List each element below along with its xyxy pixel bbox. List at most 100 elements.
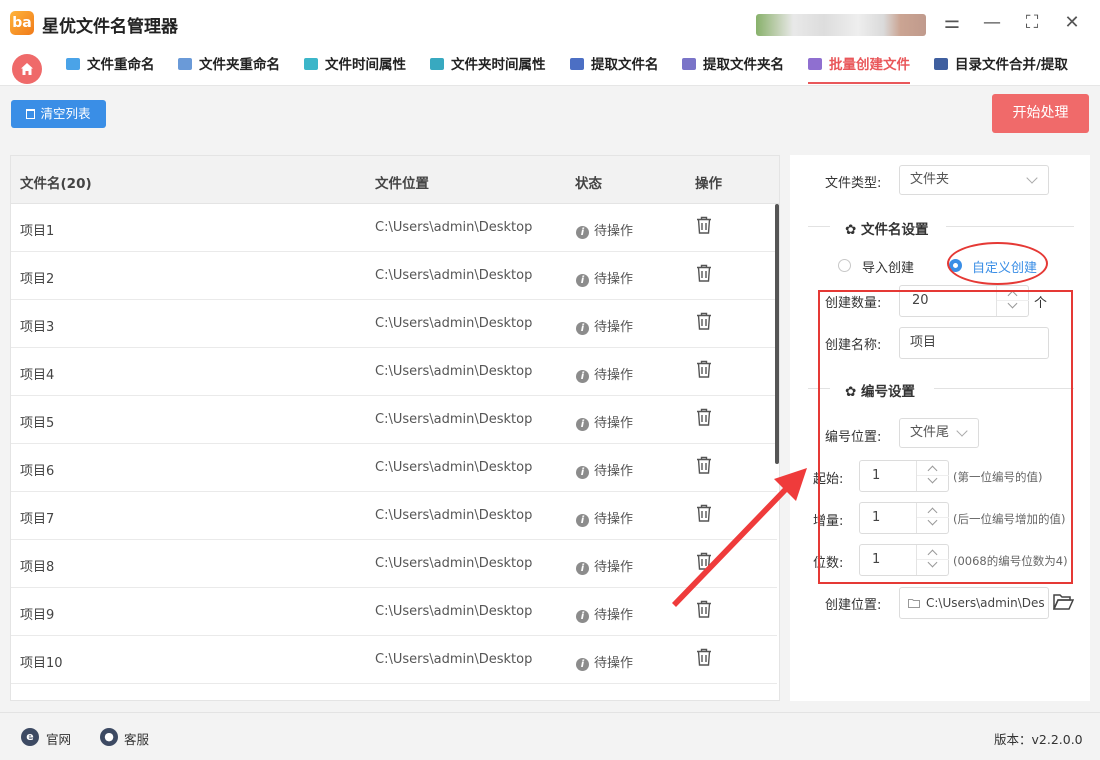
file-rename-icon bbox=[66, 58, 80, 70]
header-filename: 文件名(20) bbox=[20, 176, 92, 192]
row-filename: 项目1 bbox=[20, 224, 55, 239]
clear-list-button[interactable]: 清空列表 bbox=[11, 100, 106, 128]
file-type-label: 文件类型: bbox=[825, 176, 882, 191]
table-row[interactable]: 项目1 C:\Users\admin\Desktop i 待操作 bbox=[11, 204, 777, 252]
tab-batch-create[interactable]: 批量创建文件 bbox=[808, 54, 910, 84]
location-label: 创建位置: bbox=[825, 598, 882, 613]
table-row[interactable]: 项目4 C:\Users\admin\Desktop i 待操作 bbox=[11, 348, 777, 396]
file-type-select[interactable]: 文件夹 bbox=[899, 165, 1049, 195]
delete-button[interactable] bbox=[696, 360, 712, 382]
user-avatar[interactable] bbox=[756, 14, 926, 36]
row-status: i 待操作 bbox=[576, 508, 633, 527]
row-status: i 待操作 bbox=[576, 412, 633, 431]
home-button[interactable] bbox=[12, 54, 42, 84]
table-row[interactable]: 项目2 C:\Users\admin\Desktop i 待操作 bbox=[11, 252, 777, 300]
row-filename: 项目3 bbox=[20, 320, 55, 335]
dir-merge-icon bbox=[934, 58, 948, 70]
chevron-down-icon bbox=[1026, 172, 1038, 184]
row-status: i 待操作 bbox=[576, 316, 633, 335]
settings-icon[interactable]: ⚌ bbox=[939, 10, 965, 36]
filename-settings-title: ✿ 文件名设置 bbox=[845, 222, 929, 238]
info-icon: i bbox=[576, 370, 589, 383]
row-filename: 项目10 bbox=[20, 656, 63, 671]
info-icon: i bbox=[576, 418, 589, 431]
extract-foldername-icon bbox=[682, 58, 696, 70]
status-bar: e 官网 ● 客服 版本：v2.2.0.0 bbox=[0, 712, 1100, 760]
info-icon: i bbox=[576, 322, 589, 335]
info-icon: i bbox=[576, 466, 589, 479]
tab-file-rename[interactable]: 文件重命名 bbox=[66, 54, 155, 84]
row-status: i 待操作 bbox=[576, 460, 633, 479]
row-filename: 项目6 bbox=[20, 464, 55, 479]
minimize-icon[interactable]: — bbox=[979, 10, 1005, 36]
website-icon: e bbox=[21, 728, 39, 746]
trash-icon bbox=[697, 360, 711, 378]
info-icon: i bbox=[576, 658, 589, 671]
row-path: C:\Users\admin\Desktop bbox=[375, 460, 533, 475]
trash-icon bbox=[697, 648, 711, 666]
close-icon[interactable]: ✕ bbox=[1059, 10, 1085, 36]
delete-button[interactable] bbox=[696, 264, 712, 286]
delete-button[interactable] bbox=[696, 312, 712, 334]
table-header: 文件名(20) 文件位置 状态 操作 bbox=[11, 156, 779, 204]
tab-folder-rename[interactable]: 文件夹重命名 bbox=[178, 54, 280, 84]
row-path: C:\Users\admin\Desktop bbox=[375, 508, 533, 523]
tab-extract-foldername[interactable]: 提取文件夹名 bbox=[682, 54, 784, 84]
table-row[interactable]: 项目3 C:\Users\admin\Desktop i 待操作 bbox=[11, 300, 777, 348]
row-status: i 待操作 bbox=[576, 556, 633, 575]
row-status: i 待操作 bbox=[576, 364, 633, 383]
row-path: C:\Users\admin\Desktop bbox=[375, 556, 533, 571]
row-filename: 项目7 bbox=[20, 512, 55, 527]
folder-browse-icon[interactable] bbox=[1053, 593, 1074, 611]
delete-button[interactable] bbox=[696, 408, 712, 430]
website-link[interactable]: 官网 bbox=[46, 729, 71, 748]
info-icon: i bbox=[576, 274, 589, 287]
location-input[interactable]: C:\Users\admin\Des bbox=[899, 587, 1049, 619]
row-status: i 待操作 bbox=[576, 220, 633, 239]
trash-icon bbox=[697, 312, 711, 330]
maximize-icon[interactable]: ⛶ bbox=[1019, 10, 1045, 36]
version-text: 版本：v2.2.0.0 bbox=[994, 732, 1083, 747]
tab-dir-merge[interactable]: 目录文件合并/提取 bbox=[934, 54, 1068, 84]
start-process-button[interactable]: 开始处理 bbox=[992, 94, 1089, 133]
row-path: C:\Users\admin\Desktop bbox=[375, 412, 533, 427]
divider bbox=[808, 226, 830, 227]
extract-filename-icon bbox=[570, 58, 584, 70]
info-icon: i bbox=[576, 610, 589, 623]
app-title: 星优文件名管理器 bbox=[42, 17, 178, 37]
tab-file-time[interactable]: 文件时间属性 bbox=[304, 54, 406, 84]
row-path: C:\Users\admin\Desktop bbox=[375, 652, 533, 667]
tab-folder-time[interactable]: 文件夹时间属性 bbox=[430, 54, 546, 84]
row-filename: 项目9 bbox=[20, 608, 55, 623]
table-scrollbar[interactable] bbox=[775, 204, 779, 464]
row-filename: 项目4 bbox=[20, 368, 55, 383]
annotation-arrow bbox=[672, 468, 807, 607]
table-row[interactable]: 项目10 C:\Users\admin\Desktop i 待操作 bbox=[11, 636, 777, 684]
row-path: C:\Users\admin\Desktop bbox=[375, 220, 533, 235]
support-link[interactable]: 客服 bbox=[124, 729, 149, 748]
row-filename: 项目2 bbox=[20, 272, 55, 287]
row-filename: 项目8 bbox=[20, 560, 55, 575]
nav-bar: 文件重命名 文件夹重命名 文件时间属性 文件夹时间属性 提取文件名 提取文件夹名… bbox=[0, 46, 1100, 86]
row-path: C:\Users\admin\Desktop bbox=[375, 364, 533, 379]
app-logo: ba bbox=[10, 11, 34, 35]
radio-import-create[interactable] bbox=[838, 259, 851, 272]
header-status: 状态 bbox=[575, 176, 602, 192]
support-icon: ● bbox=[100, 728, 118, 746]
info-icon: i bbox=[576, 562, 589, 575]
radio-import-label: 导入创建 bbox=[862, 261, 915, 276]
table-row[interactable]: 项目5 C:\Users\admin\Desktop i 待操作 bbox=[11, 396, 777, 444]
delete-button[interactable] bbox=[696, 648, 712, 670]
highlight-ellipse bbox=[947, 242, 1048, 285]
batch-create-icon bbox=[808, 58, 822, 70]
delete-button[interactable] bbox=[696, 216, 712, 238]
row-status: i 待操作 bbox=[576, 268, 633, 287]
row-status: i 待操作 bbox=[576, 604, 633, 623]
trash-icon bbox=[697, 264, 711, 282]
trash-icon bbox=[26, 109, 36, 119]
tab-extract-filename[interactable]: 提取文件名 bbox=[570, 54, 659, 84]
info-icon: i bbox=[576, 226, 589, 239]
title-bar: ba 星优文件名管理器 ⚌ — ⛶ ✕ bbox=[0, 0, 1100, 46]
file-table: 文件名(20) 文件位置 状态 操作 项目1 C:\Users\admin\Des… bbox=[10, 155, 780, 701]
divider bbox=[946, 226, 1074, 227]
